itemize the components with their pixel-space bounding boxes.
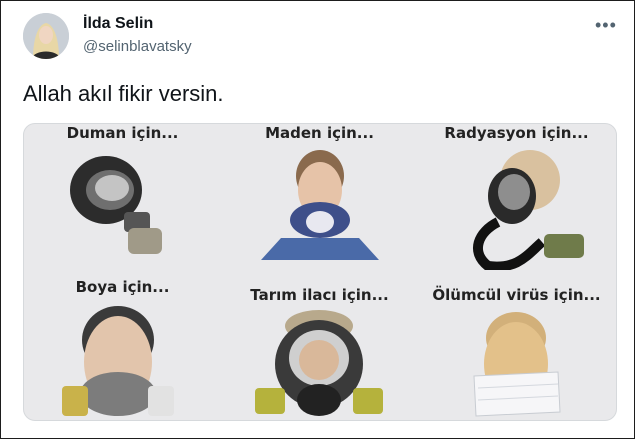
avatar[interactable] — [23, 13, 69, 59]
pesticide-mask-image — [255, 310, 383, 416]
caption-mine: Maden için... — [265, 124, 374, 142]
tweet-image[interactable]: Duman için... Maden için... Radyasyon iç… — [23, 123, 617, 421]
mask-panel-smoke: Duman için... — [24, 124, 221, 272]
more-horizontal-icon: ••• — [595, 15, 617, 35]
author-name[interactable]: İlda Selin — [83, 15, 153, 33]
mask-panel-mine: Maden için... — [221, 124, 418, 272]
caption-smoke: Duman için... — [66, 124, 179, 142]
caption-paint: Boya için... — [75, 278, 170, 296]
paint-respirator-image — [62, 306, 174, 416]
radiation-gas-mask-image — [473, 150, 584, 270]
surgical-mask-image — [473, 312, 561, 417]
tweet-text: Allah akıl fikir versin. — [23, 81, 224, 106]
caption-radiation: Radyasyon için... — [444, 124, 589, 142]
author-handle[interactable]: @selinblavatsky — [83, 38, 192, 55]
respirator-mask-image — [261, 150, 379, 260]
full-face-gas-mask-image — [70, 156, 162, 254]
caption-virus: Ölümcül virüs için... — [432, 286, 601, 304]
mask-panel-virus: Ölümcül virüs için... — [418, 272, 615, 420]
tweet-card: İlda Selin @selinblavatsky ••• Allah akı… — [0, 0, 635, 439]
mask-panel-radiation: Radyasyon için... — [418, 124, 615, 272]
mask-panel-pesticide: Tarım ilacı için... — [221, 272, 418, 420]
more-options-button[interactable]: ••• — [595, 15, 617, 36]
mask-panel-paint: Boya için... — [24, 272, 221, 420]
caption-pesticide: Tarım ilacı için... — [250, 286, 389, 304]
